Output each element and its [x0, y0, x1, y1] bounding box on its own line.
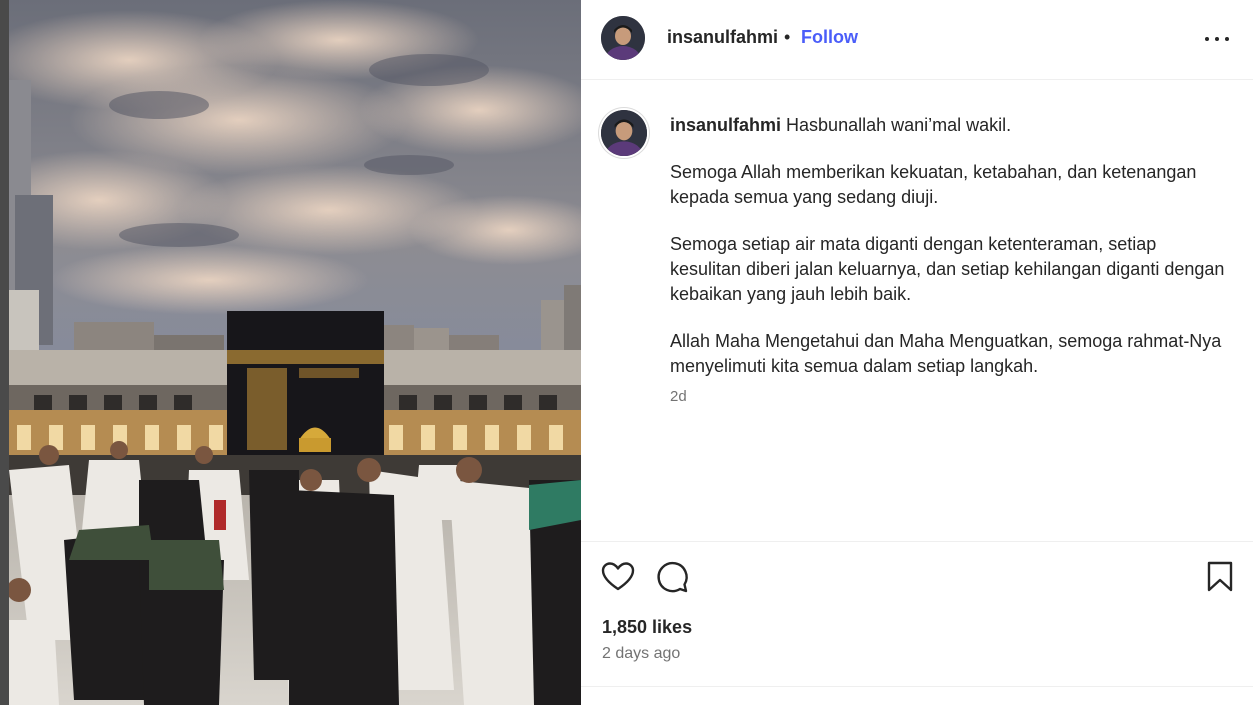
- caption-timestamp[interactable]: 2d: [670, 388, 687, 405]
- caption-paragraph: Semoga Allah memberikan kekuatan, ketaba…: [670, 162, 1197, 207]
- caption-line: insanulfahmi Hasbunallah wani’mal wakil.: [670, 113, 1230, 138]
- left-edge-strip: [0, 0, 9, 705]
- heart-icon[interactable]: [600, 559, 636, 595]
- post-author-username[interactable]: insanulfahmi: [667, 27, 778, 48]
- caption-avatar[interactable]: [601, 110, 647, 156]
- caption-first-line: Hasbunallah wani’mal wakil.: [786, 115, 1012, 135]
- divider: [581, 686, 1253, 687]
- separator-dot: •: [784, 27, 791, 47]
- comment-icon[interactable]: [654, 559, 690, 595]
- caption-section: insanulfahmi Hasbunallah wani’mal wakil.…: [581, 81, 1253, 541]
- likes-count[interactable]: 1,850 likes: [602, 617, 692, 638]
- caption-paragraph: Semoga setiap air mata diganti dengan ke…: [670, 234, 1225, 304]
- more-options-icon[interactable]: [1201, 24, 1233, 52]
- bookmark-icon[interactable]: [1202, 559, 1238, 595]
- caption-username[interactable]: insanulfahmi: [670, 115, 781, 135]
- action-bar: 1,850 likes 2 days ago: [581, 541, 1253, 686]
- post-header: insanulfahmi • Follow: [581, 0, 1253, 80]
- post-detail-panel: insanulfahmi • Follow insanulfahmi Hasbu…: [581, 0, 1253, 705]
- follow-button[interactable]: Follow: [801, 27, 858, 48]
- caption-text: insanulfahmi Hasbunallah wani’mal wakil.…: [670, 113, 1230, 379]
- avatar[interactable]: [601, 16, 645, 60]
- post-image[interactable]: [9, 0, 581, 705]
- kaaba-photo: [9, 0, 581, 705]
- post-timestamp: 2 days ago: [602, 645, 681, 662]
- caption-paragraph: Allah Maha Mengetahui dan Maha Menguatka…: [670, 331, 1222, 376]
